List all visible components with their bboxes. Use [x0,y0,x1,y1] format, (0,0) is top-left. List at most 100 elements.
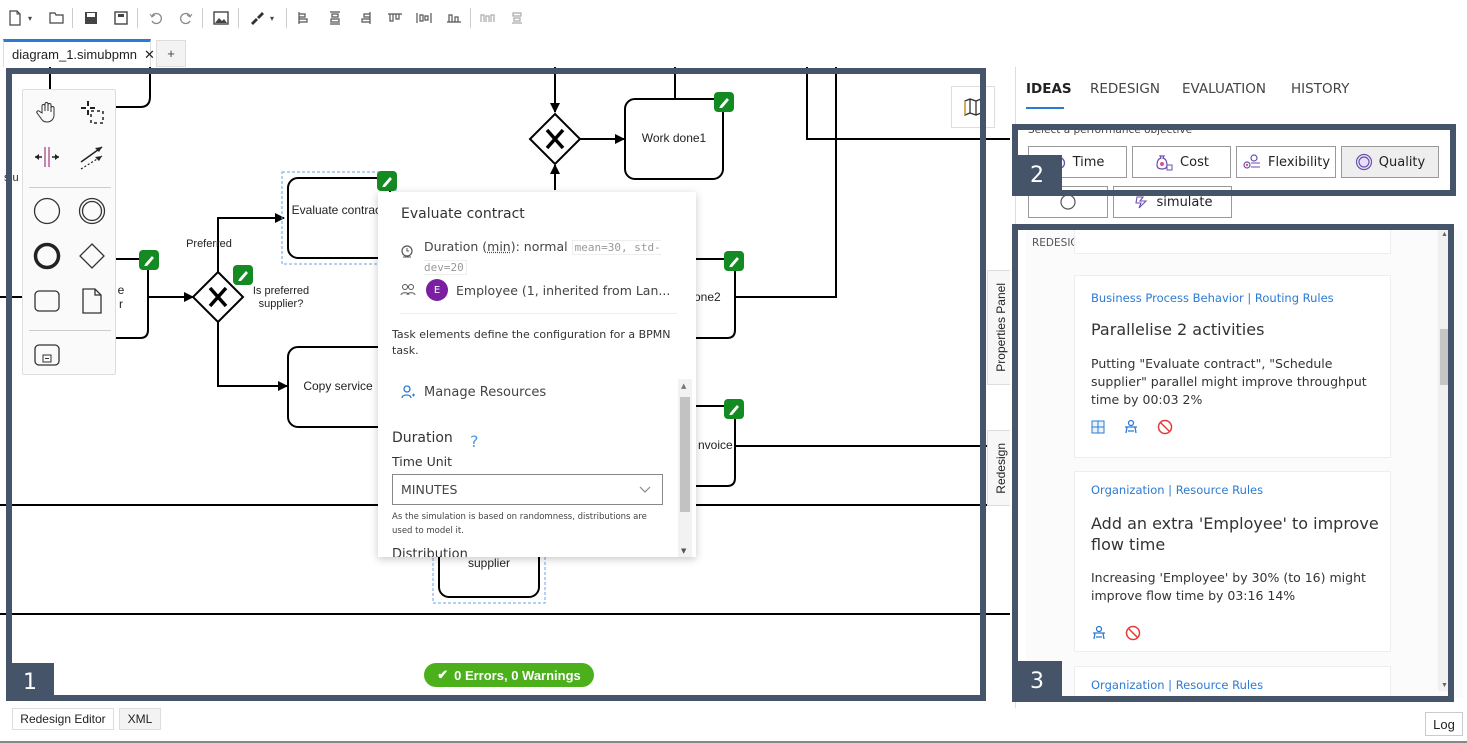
subprocess-icon[interactable] [30,338,64,372]
paint-format-icon[interactable] [246,8,268,28]
advice-category[interactable]: Business Process Behavior | Routing Rule… [1091,291,1334,305]
dismiss-icon[interactable] [1125,625,1141,641]
advice-category[interactable]: Organization | Resource Rules [1091,678,1263,692]
task-work-done1[interactable]: Work done1 [625,131,723,146]
align-center-icon[interactable] [324,8,346,28]
end-event-icon[interactable] [30,239,64,273]
objective-cost-button[interactable]: Cost [1132,146,1231,178]
resource-icon[interactable] [1123,419,1139,435]
flow-label-preferred[interactable]: Preferred [182,238,236,251]
scrollbar-thumb[interactable] [1440,329,1450,385]
undo-icon[interactable] [145,8,167,28]
space-tool-icon[interactable] [30,140,64,174]
diagram-canvas[interactable]: Evaluate contract Copy service Work done… [0,67,1010,707]
edit-badge[interactable] [377,171,397,191]
edit-badge[interactable] [233,265,253,285]
edit-badge[interactable] [139,250,159,270]
advice-card[interactable]: Organization | Resource Rules [1074,666,1391,698]
export-image-icon[interactable] [210,8,232,28]
distribute-horizontal-icon[interactable] [476,8,498,28]
edge-label-fragment: s u [4,172,19,184]
align-bottom-icon[interactable] [443,8,465,28]
advice-card[interactable]: Organization | Resource Rules Add an ext… [1074,471,1391,652]
align-middle-icon[interactable] [413,8,435,28]
tab-redesign[interactable]: REDESIGN [1090,81,1160,97]
task-left-partial[interactable]: r [116,297,126,312]
advice-card[interactable]: Business Process Behavior | Routing Rule… [1074,275,1391,458]
paint-format-dropdown-icon[interactable]: ▾ [266,8,278,28]
data-object-icon[interactable] [75,284,109,318]
bottom-bar: Redesign Editor XML Log [0,708,1467,743]
popup-scrollbar[interactable]: ▲ ▼ [678,379,692,557]
task-work-done2[interactable]: one2 [694,290,724,305]
open-folder-icon[interactable] [46,8,68,28]
annotation-number: 2 [1012,155,1062,196]
dismiss-icon[interactable] [1157,419,1173,435]
close-tab-icon[interactable]: ✕ [144,47,155,63]
advice-title: Parallelise 2 activities [1091,320,1265,339]
help-icon[interactable]: ? [470,432,479,451]
align-left-icon[interactable] [292,8,314,28]
gateway-icon[interactable] [75,239,109,273]
tab-diagram-file[interactable]: diagram_1.simubpmn ✕ [3,39,155,67]
save-as-icon[interactable] [110,8,132,28]
distribute-vertical-icon[interactable] [506,8,528,28]
task-invoice[interactable]: nvoice [698,438,738,453]
annotation-number: 3 [1012,661,1062,702]
redesign-tab[interactable]: Redesign [987,430,1010,506]
manage-resources-link[interactable]: Manage Resources [400,384,546,400]
scrollbar-thumb[interactable] [680,397,690,512]
advices-scrollbar[interactable]: ▲ ▼ [1438,229,1452,691]
simulate-button[interactable]: simulate [1113,186,1232,218]
properties-panel-tab[interactable]: Properties Panel [987,270,1010,385]
resource-icon[interactable] [1091,625,1107,641]
task-icon[interactable] [30,284,64,318]
start-event-icon[interactable] [30,194,64,228]
lasso-tool-icon[interactable] [75,95,109,129]
clock-icon [401,245,413,258]
time-unit-select[interactable]: MINUTES [392,474,663,505]
advice-card[interactable] [1074,229,1391,254]
task-schedule-supplier[interactable]: supplier [439,556,539,571]
time-unit-note: As the simulation is based on randomness… [392,512,647,536]
pencil-icon [382,176,392,187]
align-right-icon[interactable] [355,8,377,28]
global-connect-tool-icon[interactable] [75,140,109,174]
tab-redesign-editor[interactable]: Redesign Editor [12,708,114,730]
log-button[interactable]: Log [1425,712,1463,736]
minimap-toggle-button[interactable] [951,86,995,128]
task-evaluate-contract[interactable]: Evaluate contract [288,203,388,218]
popup-title: Evaluate contract [401,206,525,222]
gateway-label[interactable]: Is preferred supplier? [250,285,312,311]
objective-quality-button[interactable]: Quality [1341,146,1439,178]
add-tab-button[interactable]: + [156,40,186,67]
duration-summary: Duration (min): normal mean=30, std-dev=… [400,237,669,277]
edit-badge[interactable] [724,399,744,419]
map-icon [964,98,982,116]
save-icon[interactable] [80,8,102,28]
hand-tool-icon[interactable] [30,95,64,129]
pencil-icon [238,270,248,281]
duration-heading: Duration [392,430,453,446]
edit-badge[interactable] [724,251,744,271]
check-icon: ✔ [437,667,449,682]
advice-category[interactable]: Organization | Resource Rules [1091,483,1263,497]
tab-evaluation[interactable]: EVALUATION [1182,81,1266,97]
tab-ideas[interactable]: IDEAS [1026,81,1072,97]
align-top-icon[interactable] [384,8,406,28]
tab-history[interactable]: HISTORY [1291,81,1349,97]
intermediate-event-icon[interactable] [75,194,109,228]
edit-badge[interactable] [714,92,734,112]
objective-flexibility-button[interactable]: Flexibility [1236,146,1336,178]
tab-label: diagram_1.simubpmn [12,47,138,62]
redo-icon[interactable] [175,8,197,28]
task-copy-service[interactable]: Copy service [288,379,388,394]
grid-icon[interactable] [1091,420,1105,434]
validation-status-badge[interactable]: ✔ 0 Errors, 0 Warnings [424,663,594,687]
task-left-partial[interactable]: e [116,283,126,298]
redesign-advices-list[interactable]: REDESIGN ADVICES (8) Business Process Be… [1026,229,1463,698]
new-file-icon[interactable] [4,8,26,28]
new-file-dropdown-icon[interactable]: ▾ [24,8,36,28]
tab-xml[interactable]: XML [119,708,161,730]
objective-label: Select a performance objective [1028,124,1193,136]
